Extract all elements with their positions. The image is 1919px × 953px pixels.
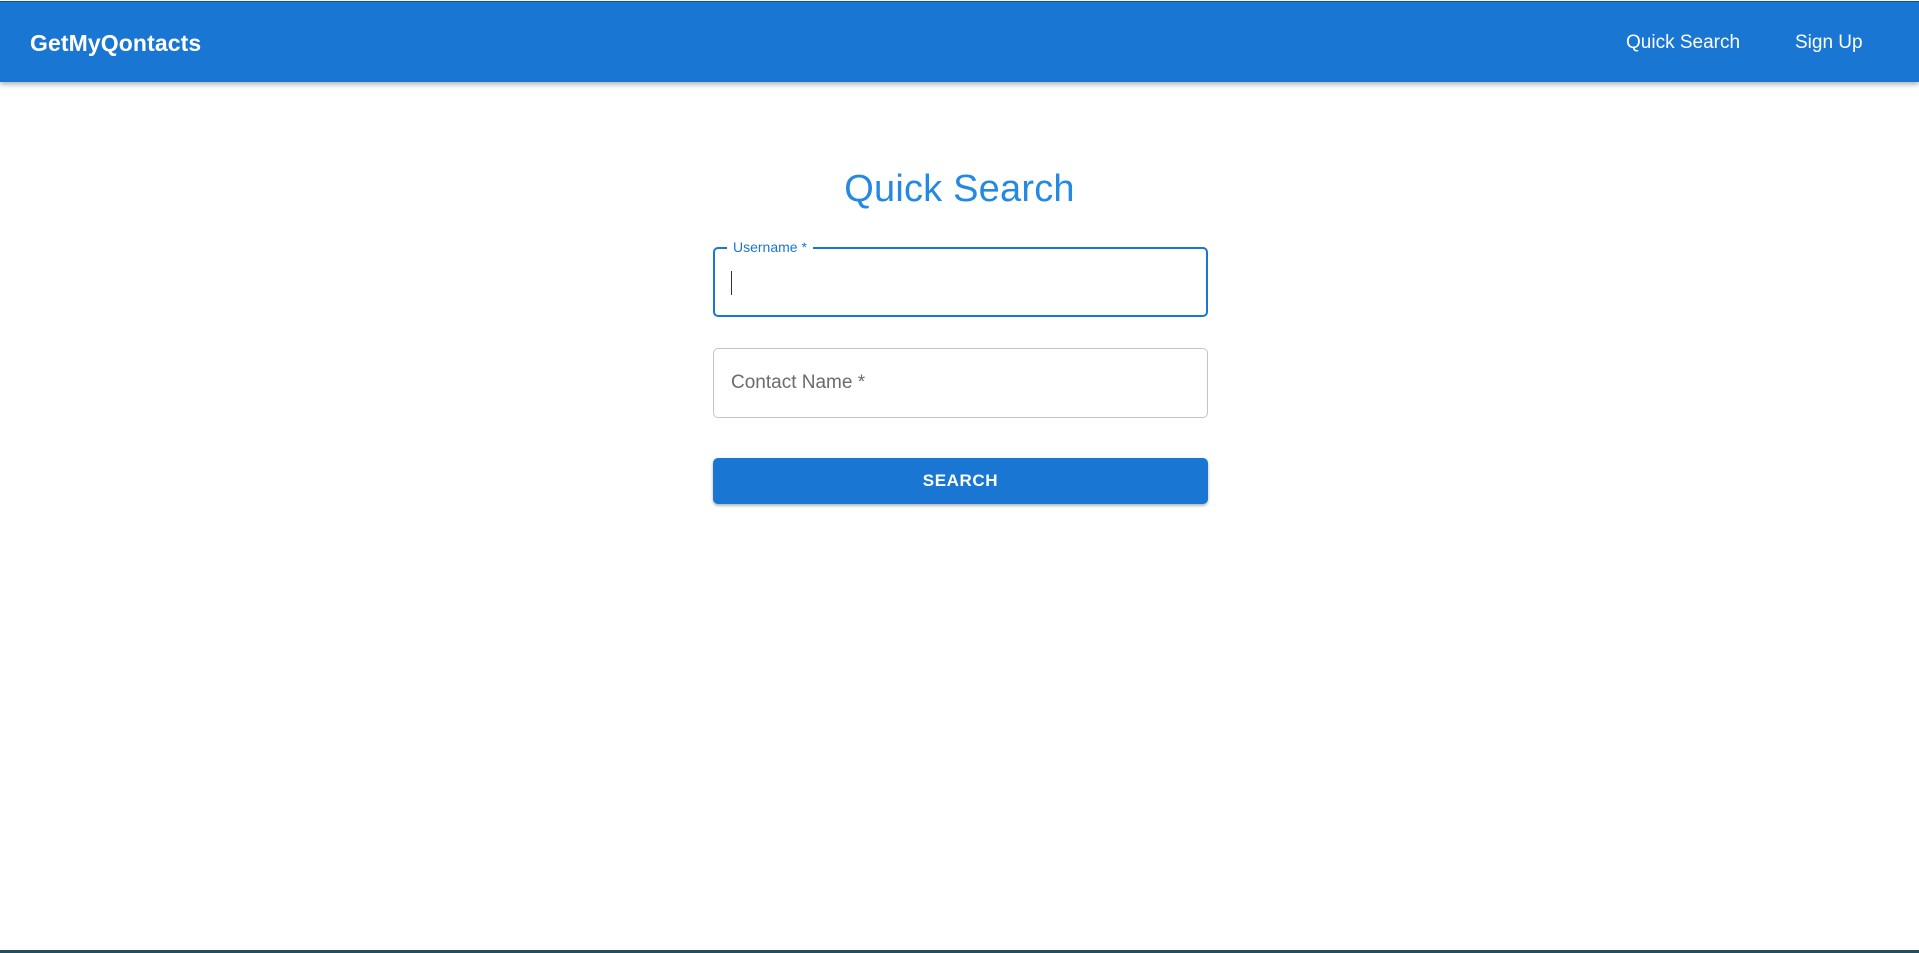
nav-quick-search-link[interactable]: Quick Search (1626, 32, 1740, 54)
app-bar: GetMyQontacts Quick Search Sign Up (0, 1, 1919, 82)
brand-logo-text[interactable]: GetMyQontacts (30, 29, 201, 57)
nav-sign-up-link[interactable]: Sign Up (1795, 32, 1863, 54)
page: GetMyQontacts Quick Search Sign Up Quick… (0, 0, 1919, 953)
username-field[interactable]: Username * (713, 239, 1208, 317)
contact-name-input[interactable] (714, 349, 1207, 417)
app-bar-top-border (0, 1, 1919, 2)
search-button[interactable]: SEARCH (713, 458, 1208, 504)
page-title: Quick Search (844, 168, 1075, 210)
text-cursor (731, 271, 732, 295)
username-input[interactable] (715, 249, 1206, 315)
contact-name-field[interactable]: Contact Name * (713, 348, 1208, 418)
